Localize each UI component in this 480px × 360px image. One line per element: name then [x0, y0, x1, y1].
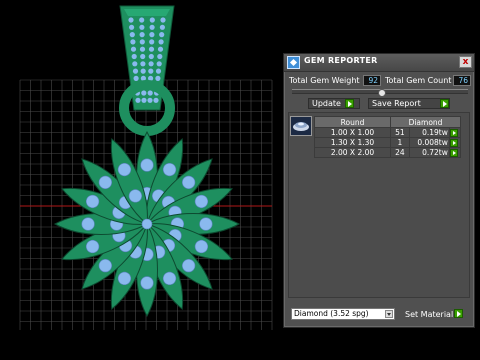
petal-gem: [140, 158, 154, 172]
row-go-icon[interactable]: [448, 127, 462, 138]
update-label: Update: [312, 99, 341, 108]
save-report-go-icon[interactable]: [440, 99, 449, 108]
total-gem-weight-value: 92: [363, 75, 381, 86]
bail-gem: [148, 61, 154, 67]
panel-title: GEM REPORTER: [304, 56, 378, 65]
bail-gem: [155, 75, 161, 81]
gem-size: 1.00 X 1.00: [314, 127, 391, 138]
bail-gem: [132, 68, 139, 74]
bail-gem: [139, 24, 145, 30]
bail-gem: [130, 39, 136, 45]
gem-table: Round Diamond 1.00 X 1.00 51 0.19tw 1.30…: [314, 116, 462, 158]
bail-gem: [139, 17, 145, 23]
set-material-label: Set Material: [405, 310, 454, 319]
set-material-button[interactable]: [454, 309, 463, 318]
bail-gem: [158, 39, 164, 45]
bail-gem: [132, 61, 138, 67]
bail-gem: [139, 46, 146, 52]
chevron-down-icon[interactable]: [385, 310, 393, 318]
bail-gem: [159, 31, 165, 38]
total-gem-count-value: 76: [453, 75, 471, 86]
gem-weight: 0.72tw: [408, 147, 450, 158]
gem-count: 51: [390, 127, 410, 138]
bail-gem: [156, 61, 162, 67]
bail-gem: [155, 68, 162, 74]
gem-count: 1: [390, 137, 410, 148]
bail-gem: [147, 90, 153, 96]
bail-gem: [153, 97, 159, 103]
bail-gem: [129, 24, 135, 30]
save-report-label: Save Report: [372, 99, 421, 108]
gem-reporter-icon: [287, 56, 300, 69]
bail-gem: [130, 46, 137, 52]
petal-gem: [81, 217, 95, 231]
close-button[interactable]: x: [459, 56, 472, 68]
gem-reporter-panel: GEM REPORTER x Total Gem Weight 92 Total…: [283, 53, 475, 328]
total-gem-weight-label: Total Gem Weight: [289, 76, 360, 85]
bail-gem: [140, 68, 146, 74]
bail-gem: [131, 53, 137, 60]
bail-gem: [141, 90, 147, 96]
update-go-icon[interactable]: [345, 99, 354, 108]
bail-gem: [149, 39, 155, 45]
gem-count: 24: [390, 147, 410, 158]
table-row[interactable]: 2.00 X 2.00 24 0.72tw: [314, 147, 462, 158]
bail-gem: [148, 68, 154, 74]
total-gem-count-label: Total Gem Count: [385, 76, 452, 85]
gem-weight: 0.008tw: [408, 137, 450, 148]
bail-gem: [139, 39, 145, 45]
bail-gem: [139, 31, 145, 38]
bail-gem: [159, 24, 165, 30]
material-select[interactable]: Diamond (3.52 spg): [291, 308, 395, 320]
bail-gem: [157, 53, 163, 60]
bail-gem: [148, 53, 154, 60]
table-row[interactable]: 1.30 X 1.30 1 0.008tw: [314, 137, 462, 148]
bail-gem: [149, 31, 155, 38]
bail-gem: [135, 97, 141, 103]
bail-gem: [148, 46, 155, 52]
center-gem: [141, 218, 153, 230]
column-round: Round: [314, 116, 391, 128]
bail-gem: [149, 17, 155, 23]
petal-gem: [140, 276, 154, 290]
row-go-icon[interactable]: [448, 147, 462, 158]
bail-gem: [129, 31, 135, 38]
column-diamond: Diamond: [390, 116, 461, 128]
gem-size: 1.30 X 1.30: [314, 137, 391, 148]
panel-titlebar[interactable]: GEM REPORTER x: [284, 54, 474, 72]
bail-gem: [140, 61, 146, 67]
gem-size: 2.00 X 2.00: [314, 147, 391, 158]
round-gem-thumbnail[interactable]: [290, 116, 312, 136]
bail-gem: [147, 97, 153, 103]
bail-gem: [133, 75, 139, 81]
material-select-value: Diamond (3.52 spg): [294, 309, 369, 318]
bail-gem: [149, 24, 155, 30]
bail-gem: [140, 53, 146, 60]
table-row[interactable]: 1.00 X 1.00 51 0.19tw: [314, 127, 462, 138]
bail-gem: [128, 17, 134, 23]
bail-gem: [157, 46, 164, 52]
bail-gem: [141, 97, 147, 103]
bail-gem: [160, 17, 166, 23]
splitter-handle[interactable]: [378, 89, 386, 97]
gem-weight: 0.19tw: [408, 127, 450, 138]
bail-highlight: [124, 9, 170, 16]
row-go-icon[interactable]: [448, 137, 462, 148]
petal-gem: [199, 217, 213, 231]
